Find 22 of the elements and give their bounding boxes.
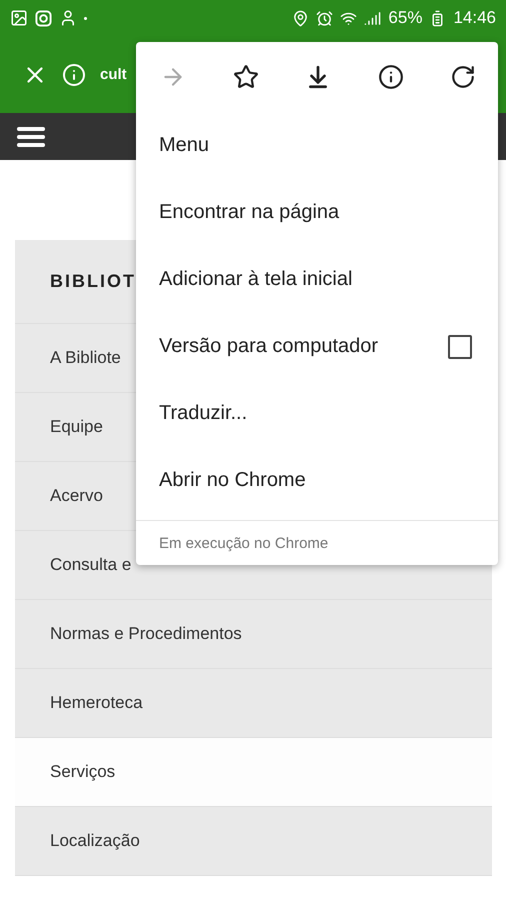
- dot-icon: [84, 16, 87, 20]
- camera-app-icon: [35, 10, 52, 26]
- menu-item[interactable]: Traduzir...: [136, 380, 498, 447]
- bookmark-star-button[interactable]: [232, 64, 258, 90]
- menu-footer-text: Em execução no Chrome: [136, 520, 498, 565]
- reload-button[interactable]: [450, 64, 476, 90]
- info-button[interactable]: [378, 64, 404, 90]
- url-text[interactable]: cult: [100, 66, 127, 83]
- location-icon: [292, 10, 310, 26]
- sidebar-item[interactable]: Serviços: [15, 738, 492, 807]
- signal-icon: [364, 10, 382, 26]
- person-icon: [59, 9, 77, 27]
- gallery-icon: [10, 9, 28, 27]
- battery-percent: 65%: [388, 8, 422, 28]
- menu-item[interactable]: Menu: [136, 112, 498, 179]
- menu-item[interactable]: Abrir no Chrome: [136, 447, 498, 514]
- info-icon[interactable]: [62, 62, 86, 86]
- menu-item-label: Versão para computador: [159, 335, 378, 358]
- clock: 14:46: [453, 8, 496, 28]
- checkbox[interactable]: [448, 334, 472, 358]
- alarm-icon: [316, 10, 334, 26]
- menu-icon[interactable]: [16, 124, 46, 148]
